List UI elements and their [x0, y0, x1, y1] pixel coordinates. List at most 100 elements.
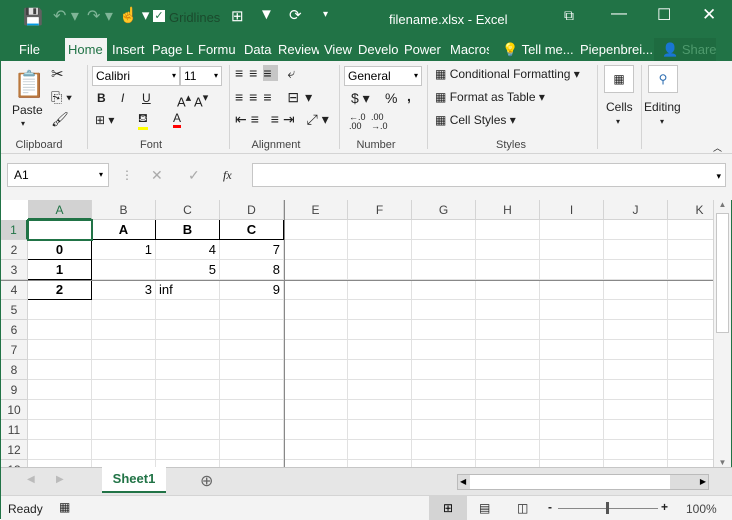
horizontal-align-icons[interactable]: ≡≡≡ ⊟▾: [235, 89, 318, 106]
decrease-decimal-icon[interactable]: .00 →.0: [371, 113, 388, 131]
cell-D2[interactable]: 7: [220, 240, 284, 260]
vertical-scroll-thumb[interactable]: [716, 213, 729, 333]
tab-developer[interactable]: Develo: [355, 38, 399, 61]
tab-home[interactable]: Home: [65, 38, 107, 61]
cell-H3[interactable]: [476, 260, 540, 280]
cell-C11[interactable]: [156, 420, 220, 440]
cell-F11[interactable]: [348, 420, 412, 440]
cell-E4[interactable]: [284, 280, 348, 300]
cell-E12[interactable]: [284, 440, 348, 460]
format-as-table-button[interactable]: ▦ Format as Table ▾: [435, 90, 545, 104]
cell-E9[interactable]: [284, 380, 348, 400]
touch-mode-icon[interactable]: ☝ ▾: [119, 6, 149, 24]
column-header-D[interactable]: D: [220, 200, 284, 220]
cell-B5[interactable]: [92, 300, 156, 320]
cell-K8[interactable]: [668, 360, 713, 380]
cell-J13[interactable]: [604, 460, 668, 467]
cell-H12[interactable]: [476, 440, 540, 460]
currency-button[interactable]: $ ▾: [351, 90, 370, 107]
cell-D13[interactable]: [220, 460, 284, 467]
paste-icon[interactable]: 📋: [13, 69, 45, 100]
normal-view-button[interactable]: ⊞: [429, 496, 467, 520]
cells-button[interactable]: Cells: [606, 100, 633, 114]
cell-C5[interactable]: [156, 300, 220, 320]
row-header-4[interactable]: 4: [1, 280, 28, 300]
scroll-right-icon[interactable]: ▶: [700, 477, 706, 486]
cell-J5[interactable]: [604, 300, 668, 320]
column-header-G[interactable]: G: [412, 200, 476, 220]
cell-K12[interactable]: [668, 440, 713, 460]
cell-H1[interactable]: [476, 220, 540, 240]
cell-C13[interactable]: [156, 460, 220, 467]
sheet-tab-sheet1[interactable]: Sheet1: [102, 467, 166, 493]
row-header-13[interactable]: 13: [1, 460, 28, 467]
cell-E3[interactable]: [284, 260, 348, 280]
indent-icons[interactable]: ⇤≡ ≡⇥ ⤢▾: [235, 111, 333, 128]
column-header-E[interactable]: E: [284, 200, 348, 220]
cell-A13[interactable]: [28, 460, 92, 467]
font-name-combo[interactable]: Calibri ▾: [92, 66, 180, 86]
horizontal-scrollbar[interactable]: ◀ ▶: [457, 474, 709, 490]
cell-B1[interactable]: A: [92, 220, 156, 240]
bold-button[interactable]: B: [97, 91, 106, 105]
cell-D10[interactable]: [220, 400, 284, 420]
cell-C8[interactable]: [156, 360, 220, 380]
zoom-slider-thumb[interactable]: [606, 502, 609, 514]
macro-recording-icon[interactable]: ▦: [59, 500, 70, 514]
cell-C1[interactable]: B: [156, 220, 220, 240]
zoom-out-button[interactable]: -: [548, 500, 552, 514]
cell-G7[interactable]: [412, 340, 476, 360]
cell-C2[interactable]: 4: [156, 240, 220, 260]
cell-J8[interactable]: [604, 360, 668, 380]
cell-B8[interactable]: [92, 360, 156, 380]
tab-tell-me[interactable]: 💡 Tell me...: [499, 38, 577, 61]
cell-C4[interactable]: inf: [156, 280, 220, 300]
cell-A3[interactable]: 1: [28, 260, 92, 280]
cell-K13[interactable]: [668, 460, 713, 467]
cell-H7[interactable]: [476, 340, 540, 360]
cell-H8[interactable]: [476, 360, 540, 380]
scroll-up-icon[interactable]: ▲: [714, 200, 731, 209]
refresh-icon[interactable]: ⟳: [289, 6, 302, 24]
minimize-button[interactable]: —: [611, 5, 627, 23]
cell-D3[interactable]: 8: [220, 260, 284, 280]
filter-icon[interactable]: ▼: [259, 6, 274, 23]
row-header-10[interactable]: 10: [1, 400, 28, 420]
row-header-7[interactable]: 7: [1, 340, 28, 360]
cell-I12[interactable]: [540, 440, 604, 460]
cell-F5[interactable]: [348, 300, 412, 320]
cell-F13[interactable]: [348, 460, 412, 467]
cell-D1[interactable]: C: [220, 220, 284, 240]
cell-I7[interactable]: [540, 340, 604, 360]
row-header-6[interactable]: 6: [1, 320, 28, 340]
cell-C9[interactable]: [156, 380, 220, 400]
cell-H13[interactable]: [476, 460, 540, 467]
cell-H5[interactable]: [476, 300, 540, 320]
cell-A5[interactable]: [28, 300, 92, 320]
cell-J11[interactable]: [604, 420, 668, 440]
row-header-1[interactable]: 1: [1, 220, 28, 240]
tab-view[interactable]: View: [321, 38, 353, 61]
cell-I13[interactable]: [540, 460, 604, 467]
cell-G9[interactable]: [412, 380, 476, 400]
cell-A8[interactable]: [28, 360, 92, 380]
cell-E2[interactable]: [284, 240, 348, 260]
cell-I10[interactable]: [540, 400, 604, 420]
spreadsheet-grid[interactable]: A B C D E F G H I J K 1 A B C 2 0 1 4 7 3 1 5 8 4 2 3 inf 9 5 6 7 8 9 10 11…: [1, 200, 713, 467]
cell-H4[interactable]: [476, 280, 540, 300]
cell-I5[interactable]: [540, 300, 604, 320]
cell-I1[interactable]: [540, 220, 604, 240]
cell-D8[interactable]: [220, 360, 284, 380]
freeze-icon[interactable]: ⊞: [231, 7, 244, 25]
cut-icon[interactable]: ✂: [51, 65, 64, 83]
cell-C12[interactable]: [156, 440, 220, 460]
row-header-8[interactable]: 8: [1, 360, 28, 380]
ribbon-display-icon[interactable]: ⧉: [564, 7, 574, 24]
cell-G10[interactable]: [412, 400, 476, 420]
cell-I9[interactable]: [540, 380, 604, 400]
cell-K9[interactable]: [668, 380, 713, 400]
cell-J4[interactable]: [604, 280, 668, 300]
cell-D5[interactable]: [220, 300, 284, 320]
cell-B7[interactable]: [92, 340, 156, 360]
cell-D9[interactable]: [220, 380, 284, 400]
